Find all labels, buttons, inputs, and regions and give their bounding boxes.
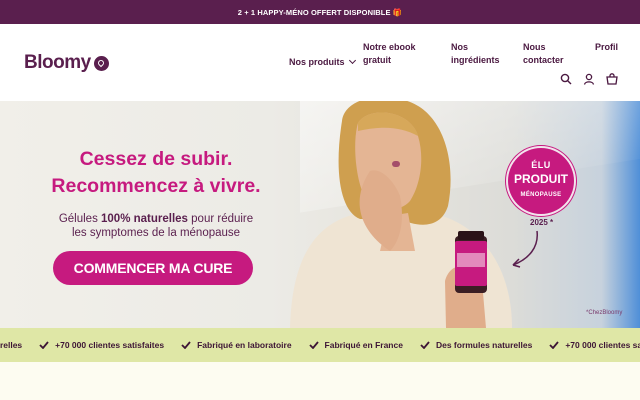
award-badge: ÉLU PRODUIT MÉNOPAUSE (508, 148, 574, 214)
badge-top-text: ÉLU (531, 160, 551, 170)
announcement-bar[interactable]: 2 + 1 HAPPY-MÉNO OFFERT DISPONIBLE 🎁 (0, 0, 640, 24)
ticker-item-text: Fabriqué en France (324, 340, 403, 350)
nav-profile-label: Profil (595, 42, 619, 52)
check-icon (308, 341, 319, 349)
search-icon[interactable] (560, 72, 572, 85)
hero-subtitle-post: pour réduire (187, 213, 254, 225)
ticker-track: naturelles +70 000 clientes satisfaites … (0, 328, 640, 362)
account-icon[interactable] (583, 72, 595, 85)
hero-subtitle-bold: 100% naturelles (101, 213, 188, 225)
ticker-item-text: +70 000 clientes satisfaites (55, 340, 165, 350)
ticker-item-text: naturelles (0, 340, 23, 350)
start-cure-button[interactable]: COMMENCER MA CURE (53, 251, 253, 285)
hero-subtitle-line1: Gélules 100% naturelles pour réduire (0, 212, 312, 226)
hero-banner: Cessez de subir. Recommencez à vivre. Gé… (0, 101, 640, 328)
nav-ebook-line2: gratuit (363, 55, 391, 65)
check-icon (420, 341, 430, 349)
cart-icon[interactable] (606, 72, 618, 85)
ticker-item-text: +70 000 clientes satisfaites (565, 340, 640, 350)
nav-products-dropdown[interactable]: Nos produits (289, 56, 356, 69)
nav-profile-link[interactable]: Profil (595, 41, 618, 54)
curved-arrow-icon (512, 230, 538, 268)
nav-ingredients-line1: Nos (451, 42, 469, 52)
nav-ebook-link[interactable]: Notre ebook gratuit (363, 41, 416, 67)
nav-products-label: Nos produits (289, 57, 345, 67)
nav-contact-link[interactable]: Nous contacter (523, 41, 564, 67)
nav-contact-line1: Nous (523, 42, 546, 52)
badge-bottom-text: MÉNOPAUSE (520, 192, 562, 198)
ticker-item: Des formules naturelles (420, 340, 532, 350)
nav-contact-line2: contacter (523, 55, 564, 65)
nav-ingredients-line2: ingrédients (451, 55, 500, 65)
hero-headline-line1: Cessez de subir. (79, 148, 233, 170)
site-header: Bloomy Nos produits Notre ebook gratuit … (0, 24, 640, 101)
check-icon (181, 341, 191, 349)
ticker-item-text: Fabriqué en laboratoire (197, 340, 292, 350)
logo-leaf-icon (93, 55, 109, 71)
ticker-item: Fabriqué en France (308, 340, 403, 350)
hero-headline-line2: Recommencez à vivre. (51, 175, 261, 197)
chevron-down-icon (348, 56, 356, 65)
check-icon (39, 341, 49, 349)
badge-main-text: PRODUIT (514, 172, 568, 186)
hero-subtitle-pre: Gélules (58, 213, 102, 225)
hero-subtitle-line2: les symptomes de la ménopause (71, 227, 241, 239)
below-fold-section (0, 362, 640, 400)
ticker-item: +70 000 clientes satisfaites (549, 340, 640, 350)
brand-logo[interactable]: Bloomy (24, 52, 109, 74)
brand-name: Bloomy (24, 52, 91, 73)
header-icons (560, 72, 618, 85)
check-icon (549, 341, 560, 349)
ticker-item: Fabriqué en laboratoire (181, 340, 292, 350)
ticker-item: naturelles (0, 340, 22, 350)
benefits-ticker: naturelles +70 000 clientes satisfaites … (0, 328, 640, 362)
ticker-item: +70 000 clientes satisfaites (39, 340, 164, 350)
badge-year: 2025 * (530, 218, 554, 227)
ticker-item-text: Des formules naturelles (435, 340, 533, 350)
nav-ingredients-link[interactable]: Nos ingrédients (451, 41, 500, 67)
nav-ebook-line1: Notre ebook (363, 42, 416, 52)
announcement-text: 2 + 1 HAPPY-MÉNO OFFERT DISPONIBLE 🎁 (237, 7, 403, 17)
hero-footnote: *ChezBloomy (586, 310, 623, 316)
